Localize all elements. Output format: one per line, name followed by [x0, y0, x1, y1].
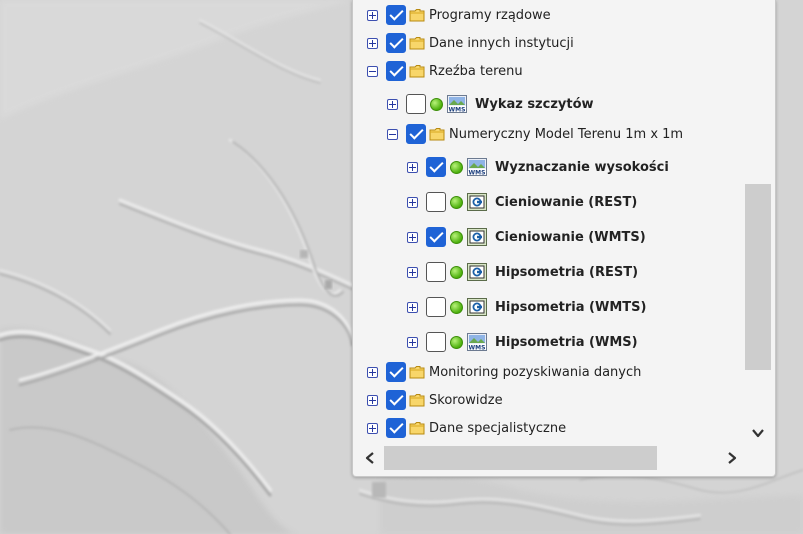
- expand-toggle-icon[interactable]: [407, 196, 418, 208]
- layer-visibility-checkbox[interactable]: [386, 61, 406, 81]
- tree-layer-wyznaczanie-wysokosci: WMS Wyznaczanie wysokości: [407, 153, 669, 181]
- tree-layer-wykaz-szczytow: WMS Wykaz szczytów: [387, 90, 594, 118]
- layer-visibility-checkbox[interactable]: [386, 33, 406, 53]
- expand-toggle-icon[interactable]: [367, 394, 378, 406]
- expand-toggle-icon[interactable]: [407, 161, 418, 173]
- tree-layer-hipsometria-rest: Hipsometria (REST): [407, 258, 638, 286]
- status-ok-icon: [450, 195, 463, 209]
- wms-icon-text: WMS: [469, 170, 486, 177]
- expand-toggle-icon[interactable]: [367, 37, 378, 49]
- layer-label[interactable]: Cieniowanie (WMTS): [495, 230, 646, 245]
- expand-toggle-icon[interactable]: [367, 9, 378, 21]
- layer-visibility-checkbox[interactable]: [426, 262, 446, 282]
- group-label[interactable]: Monitoring pozyskiwania danych: [429, 365, 641, 380]
- expand-toggle-icon[interactable]: [407, 336, 418, 348]
- tree-layer-cieniowanie-wmts: Cieniowanie (WMTS): [407, 223, 646, 251]
- layer-visibility-checkbox[interactable]: [386, 418, 406, 438]
- layer-label[interactable]: Hipsometria (REST): [495, 265, 638, 280]
- expand-toggle-icon[interactable]: [367, 422, 378, 434]
- tree-group-numeryczny-model-terenu-1m-x-1m: Numeryczny Model Terenu 1m x 1m: [387, 120, 683, 148]
- folder-icon: [429, 128, 445, 141]
- group-label[interactable]: Rzeźba terenu: [429, 64, 523, 79]
- tree-group-monitoring-pozyskiwania-danych: Monitoring pozyskiwania danych: [367, 358, 641, 386]
- layer-tree: Programy rządowe Dane innych instytucji Rz…: [353, 0, 775, 444]
- rest-service-icon: [467, 228, 487, 246]
- expand-toggle-icon[interactable]: [407, 301, 418, 313]
- layer-visibility-checkbox[interactable]: [426, 157, 446, 177]
- expand-toggle-icon[interactable]: [407, 231, 418, 243]
- folder-icon: [409, 422, 425, 435]
- scroll-left-arrow-icon[interactable]: [363, 451, 377, 465]
- rest-service-icon: [467, 298, 487, 316]
- folder-icon: [409, 9, 425, 22]
- folder-icon: [409, 366, 425, 379]
- scroll-right-arrow-icon[interactable]: [725, 451, 739, 465]
- group-label[interactable]: Numeryczny Model Terenu 1m x 1m: [449, 127, 683, 142]
- wms-icon: WMS: [447, 95, 467, 113]
- tree-group-dane-specjalistyczne: Dane specjalistyczne: [367, 414, 566, 442]
- layer-visibility-checkbox[interactable]: [426, 297, 446, 317]
- status-ok-icon: [450, 160, 463, 174]
- folder-icon: [409, 37, 425, 50]
- wms-icon-text: WMS: [469, 345, 486, 352]
- layer-visibility-checkbox[interactable]: [406, 124, 426, 144]
- tree-group-dane-innych-instytucji: Dane innych instytucji: [367, 29, 574, 57]
- layer-label[interactable]: Wyznaczanie wysokości: [495, 160, 669, 175]
- group-label[interactable]: Dane innych instytucji: [429, 36, 574, 51]
- folder-icon: [409, 394, 425, 407]
- layer-tree-panel: Programy rządowe Dane innych instytucji Rz…: [352, 0, 776, 477]
- layer-label[interactable]: Hipsometria (WMTS): [495, 300, 646, 315]
- wms-icon: WMS: [467, 158, 487, 176]
- group-label[interactable]: Dane specjalistyczne: [429, 421, 566, 436]
- expand-toggle-icon[interactable]: [407, 266, 418, 278]
- rest-service-icon: [467, 263, 487, 281]
- layer-label[interactable]: Wykaz szczytów: [475, 97, 594, 112]
- status-ok-icon: [450, 335, 463, 349]
- rest-service-icon: [467, 193, 487, 211]
- status-ok-icon: [450, 230, 463, 244]
- collapse-toggle-icon[interactable]: [387, 128, 398, 140]
- layer-visibility-checkbox[interactable]: [386, 362, 406, 382]
- status-ok-icon: [450, 300, 463, 314]
- expand-toggle-icon[interactable]: [387, 98, 398, 110]
- layer-label[interactable]: Hipsometria (WMS): [495, 335, 638, 350]
- horizontal-scrollbar-thumb[interactable]: [384, 446, 657, 470]
- layer-visibility-checkbox[interactable]: [426, 192, 446, 212]
- collapse-toggle-icon[interactable]: [367, 65, 378, 77]
- group-label[interactable]: Programy rządowe: [429, 8, 551, 23]
- group-label[interactable]: Skorowidze: [429, 393, 503, 408]
- layer-visibility-checkbox[interactable]: [426, 332, 446, 352]
- status-ok-icon: [430, 97, 443, 111]
- tree-layer-hipsometria-wmts: Hipsometria (WMTS): [407, 293, 646, 321]
- layer-visibility-checkbox[interactable]: [386, 5, 406, 25]
- tree-group-skorowidze: Skorowidze: [367, 386, 503, 414]
- wms-icon-text: WMS: [449, 107, 466, 114]
- layer-label[interactable]: Cieniowanie (REST): [495, 195, 637, 210]
- layer-visibility-checkbox[interactable]: [386, 390, 406, 410]
- tree-layer-cieniowanie-rest: Cieniowanie (REST): [407, 188, 637, 216]
- layer-visibility-checkbox[interactable]: [426, 227, 446, 247]
- tree-group-programy-rzadowe: Programy rządowe: [367, 1, 551, 29]
- folder-icon: [409, 65, 425, 78]
- wms-icon: WMS: [467, 333, 487, 351]
- layer-visibility-checkbox[interactable]: [406, 94, 426, 114]
- tree-group-rzezba-terenu: Rzeźba terenu: [367, 57, 523, 85]
- tree-layer-hipsometria-wms: WMS Hipsometria (WMS): [407, 328, 638, 356]
- vertical-scrollbar-thumb[interactable]: [745, 184, 771, 370]
- horizontal-scrollbar[interactable]: [353, 444, 775, 476]
- status-ok-icon: [450, 265, 463, 279]
- expand-toggle-icon[interactable]: [367, 366, 378, 378]
- scroll-down-arrow-icon[interactable]: [751, 426, 765, 440]
